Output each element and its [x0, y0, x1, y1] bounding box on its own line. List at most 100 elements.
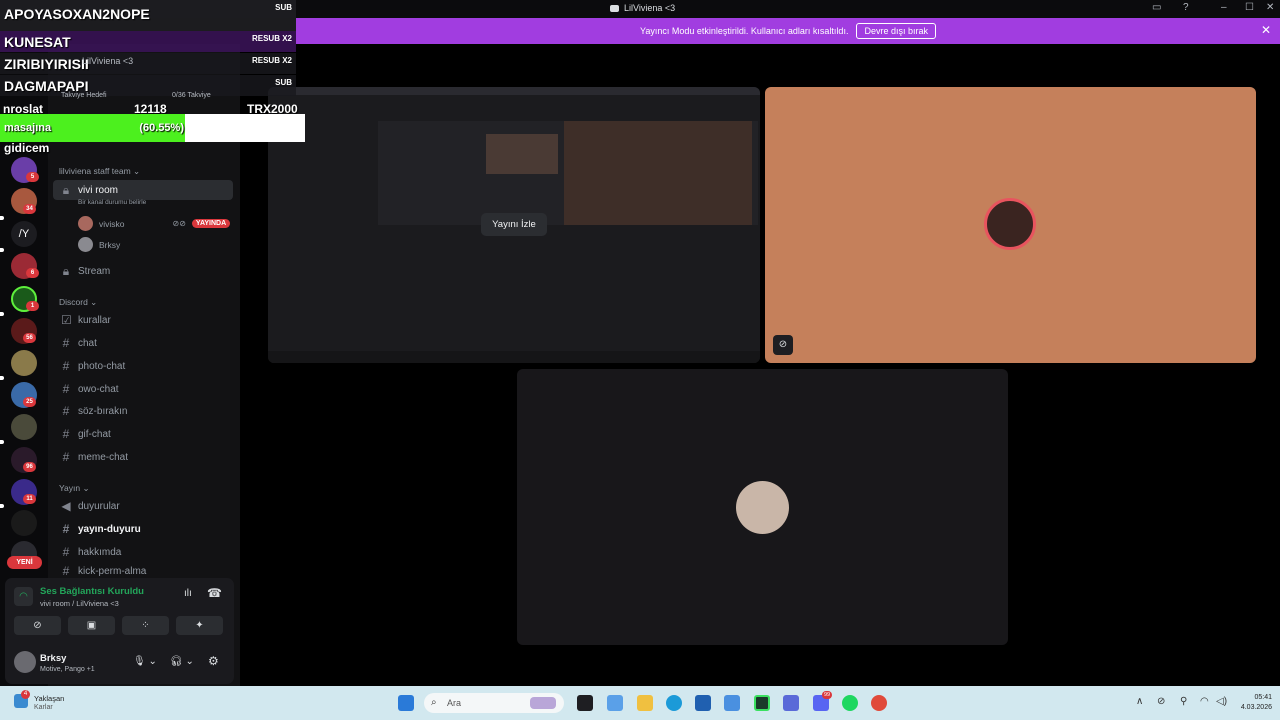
- voice-location[interactable]: vivi room / LilViviena <3: [40, 599, 119, 608]
- unread-pip: [0, 376, 4, 380]
- stats-row: nroslat 12118 TRX2000: [0, 101, 305, 116]
- channel-soz-birakin[interactable]: # söz-bırakın: [53, 401, 233, 421]
- weather-sub[interactable]: Karlar: [34, 704, 53, 711]
- task-view-icon[interactable]: [577, 695, 593, 711]
- channel-yayin-duyuru[interactable]: # yayın-duyuru: [53, 519, 233, 539]
- new-badge[interactable]: YENİ: [7, 556, 42, 569]
- user-status[interactable]: Motive, Pango +1: [40, 666, 95, 673]
- alert-row: DAGMAPAPI SUB: [0, 75, 296, 96]
- spotify-icon[interactable]: [842, 695, 858, 711]
- minimize-icon[interactable]: –: [1221, 2, 1227, 13]
- participant-tile[interactable]: [517, 369, 1008, 645]
- store-icon[interactable]: [695, 695, 711, 711]
- hash-icon: #: [62, 450, 70, 464]
- voice-user[interactable]: Brksy: [78, 237, 120, 252]
- help-icon[interactable]: ?: [1183, 2, 1189, 13]
- watch-stream-button[interactable]: Yayını İzle: [481, 213, 547, 236]
- channel-label: kurallar: [78, 314, 111, 326]
- channel-owo-chat[interactable]: # owo-chat: [53, 379, 233, 399]
- app-icon[interactable]: [754, 695, 770, 711]
- close-banner-icon[interactable]: ✕: [1261, 23, 1271, 37]
- category-yayin[interactable]: Yayın ⌄: [59, 483, 90, 494]
- settings-gear-icon[interactable]: ⚙: [208, 654, 219, 668]
- volume-icon[interactable]: ◁): [1216, 696, 1227, 707]
- camera-off-icon: ⊘: [33, 620, 42, 631]
- maximize-icon[interactable]: ☐: [1245, 2, 1254, 13]
- weather-title[interactable]: Yaklaşan: [34, 694, 64, 703]
- taskbar-search[interactable]: ⌕ Ara: [424, 693, 564, 713]
- hash-icon: #: [62, 522, 70, 536]
- mail-icon[interactable]: [724, 695, 740, 711]
- donation-goal-bar: masajına (60.55%): [0, 114, 305, 142]
- clock-time: 05:41: [1254, 694, 1272, 701]
- file-explorer-icon[interactable]: [637, 695, 653, 711]
- edge-icon[interactable]: [666, 695, 682, 711]
- windows-start-icon[interactable]: [398, 695, 414, 711]
- copilot-icon[interactable]: [607, 695, 623, 711]
- noise-suppression-icon[interactable]: ılı: [184, 588, 192, 599]
- chrome-icon[interactable]: [871, 695, 887, 711]
- channel-gif-chat[interactable]: # gif-chat: [53, 424, 233, 444]
- server-name[interactable]: LilViviena <3: [82, 56, 133, 66]
- channel-meme-chat[interactable]: # meme-chat: [53, 447, 233, 467]
- microphone-icon[interactable]: 🎙︎ ⌄: [133, 656, 157, 667]
- alert-tag: SUB: [275, 78, 292, 87]
- search-highlight-icon: [530, 697, 556, 709]
- channel-stream[interactable]: 🔒︎ Stream: [53, 261, 233, 281]
- server-badge: 11: [23, 494, 36, 504]
- voice-channel-vivi-room[interactable]: 🔒︎ vivi room: [53, 180, 233, 200]
- server-icon[interactable]: /Y: [11, 221, 37, 247]
- network-off-icon[interactable]: ⊘: [1157, 696, 1165, 707]
- channel-hakkimda[interactable]: # hakkımda: [53, 542, 233, 562]
- inbox-icon[interactable]: ▭: [1152, 2, 1161, 13]
- voice-status[interactable]: Ses Bağlantısı Kuruldu: [40, 586, 144, 597]
- channel-label: gif-chat: [78, 428, 111, 440]
- rules-icon: ☑: [61, 313, 72, 327]
- alert-name: ZIRIBIYIRISII: [4, 56, 89, 72]
- voice-user[interactable]: vivisko ⊘⊘ YAYINDA: [78, 216, 231, 231]
- close-window-icon[interactable]: ✕: [1266, 2, 1274, 13]
- microphone-tray-icon[interactable]: ⚲: [1180, 696, 1187, 707]
- server-icon[interactable]: [11, 414, 37, 440]
- soundboard-button[interactable]: ✦: [176, 616, 223, 635]
- user-avatar[interactable]: [14, 651, 36, 673]
- server-icon[interactable]: [11, 510, 37, 536]
- unread-pip: [0, 312, 4, 316]
- channel-label: chat: [78, 337, 97, 349]
- category-discord[interactable]: Discord ⌄: [59, 297, 97, 308]
- participant-tile[interactable]: ⊘: [765, 87, 1256, 363]
- activities-button[interactable]: ⁘: [122, 616, 169, 635]
- disable-streamer-mode-button[interactable]: Devre dışı bırak: [856, 23, 936, 39]
- goal-label: masajına: [4, 122, 52, 134]
- category-label: Yayın: [59, 483, 81, 493]
- channel-chat[interactable]: # chat: [53, 333, 233, 353]
- signal-icon[interactable]: ◠: [14, 587, 33, 606]
- category-label: Discord: [59, 297, 88, 307]
- channel-kurallar[interactable]: ☑ kurallar: [53, 310, 233, 330]
- goal-text: masajına (60.55%): [4, 122, 184, 134]
- channel-kick-perm-alma[interactable]: # kick-perm-alma: [53, 565, 233, 577]
- teams-icon[interactable]: [783, 695, 799, 711]
- megaphone-icon: ◀: [61, 499, 71, 513]
- tray-chevron-icon[interactable]: ∧: [1136, 696, 1143, 707]
- alert-tag: RESUB X2: [251, 56, 292, 65]
- lock-icon: 🔒︎: [62, 263, 70, 278]
- voice-panel: ◠ Ses Bağlantısı Kuruldu vivi room / Lil…: [5, 578, 234, 684]
- camera-off-button[interactable]: ⊘: [14, 616, 61, 635]
- channel-duyurular[interactable]: ◀ duyurular: [53, 496, 233, 516]
- activities-icon: ⁘: [141, 620, 150, 631]
- channel-status[interactable]: Bir kanal durumu belirle: [78, 199, 146, 206]
- hash-icon: #: [62, 404, 70, 418]
- category-staff[interactable]: lilviviena staff team ⌄: [59, 166, 140, 177]
- screen-share-button[interactable]: ▣: [68, 616, 115, 635]
- username[interactable]: Brksy: [40, 653, 66, 664]
- headphones-icon[interactable]: 🎧︎ ⌄: [170, 656, 194, 667]
- server-icon[interactable]: [11, 350, 37, 376]
- wifi-icon[interactable]: ◠: [1200, 696, 1209, 707]
- disconnect-icon[interactable]: ☎: [207, 586, 222, 600]
- clock-date: 4.03.2026: [1240, 704, 1272, 711]
- voice-user-name: vivisko: [99, 218, 125, 229]
- clock[interactable]: 05:41 4.03.2026: [1241, 693, 1272, 713]
- channel-photo-chat[interactable]: # photo-chat: [53, 356, 233, 376]
- server-badge: 25: [23, 397, 36, 407]
